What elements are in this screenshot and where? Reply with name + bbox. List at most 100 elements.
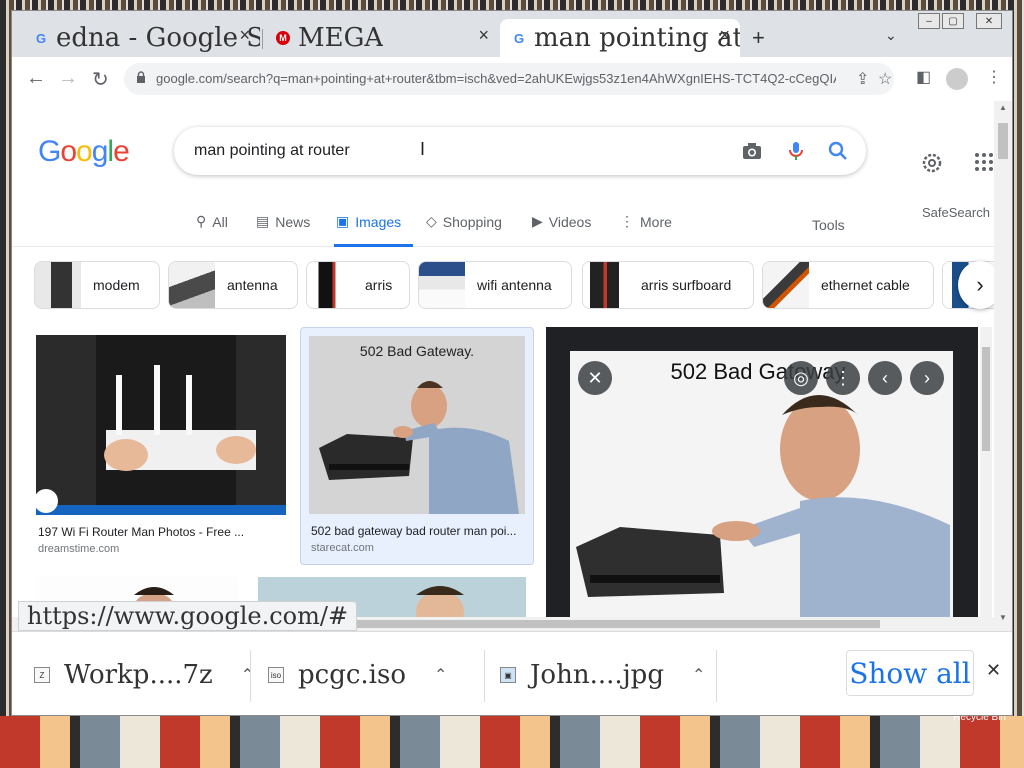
google-logo[interactable]: Google — [38, 135, 130, 169]
chip-ethernet-cable[interactable]: ethernet cable — [762, 261, 934, 309]
close-icon[interactable]: × — [478, 25, 489, 46]
tab-search-chevron-icon[interactable]: ⌄ — [885, 27, 897, 44]
tab-mega[interactable]: M MEGA × — [264, 19, 499, 57]
search-box — [174, 127, 866, 175]
url-text[interactable]: google.com/search?q=man+pointing+at+rout… — [156, 71, 836, 86]
chip-thumbnail — [763, 262, 809, 308]
chip-arris[interactable]: arris — [306, 261, 410, 309]
lock-icon — [137, 71, 145, 83]
window-close-button[interactable]: ✕ — [976, 13, 1002, 29]
result-image[interactable] — [36, 335, 286, 515]
google-icon: G — [513, 30, 525, 46]
close-icon[interactable]: × — [239, 25, 250, 46]
result-title[interactable]: 502 bad gateway bad router man poi... — [311, 524, 527, 538]
camera-icon[interactable] — [740, 139, 764, 163]
side-panel-icon[interactable]: ◧ — [916, 67, 931, 87]
kebab-menu-icon[interactable]: ⋮ — [986, 67, 1002, 87]
back-arrow-icon[interactable]: ← — [26, 67, 46, 90]
chip-label: modem — [93, 277, 140, 293]
minimize-button[interactable]: – — [918, 13, 940, 29]
divider — [250, 650, 251, 702]
download-filename: Workp....7z — [64, 660, 213, 690]
image-result-selected[interactable]: 502 Bad Gateway. 502 bad gateway bad rou… — [300, 327, 534, 565]
download-item[interactable]: iso pcgc.iso ⌃ — [268, 660, 447, 690]
related-search-chips: modem antenna arris wifi antenna arris s… — [12, 261, 994, 311]
close-icon[interactable]: × — [719, 25, 730, 46]
safesearch-label[interactable]: SafeSearch — [922, 205, 990, 220]
chip-wifi-antenna[interactable]: wifi antenna — [418, 261, 572, 309]
chip-arris-surfboard[interactable]: arris surfboard — [582, 261, 754, 309]
divider — [716, 650, 717, 702]
chip-antenna[interactable]: antenna — [168, 261, 298, 309]
browser-window: G edna - Google S × M MEGA × G man point… — [11, 10, 1013, 716]
result-source[interactable]: starecat.com — [311, 542, 374, 554]
chevron-up-icon[interactable]: ⌃ — [241, 665, 254, 685]
tab-label: Images — [355, 213, 402, 230]
browser-toolbar: ← → ↻ google.com/search?q=man+pointing+a… — [12, 57, 1012, 101]
previous-image-button[interactable]: ‹ — [868, 361, 902, 395]
tab-shopping[interactable]: ◇ Shopping — [426, 213, 502, 230]
maximize-button[interactable]: ▢ — [942, 13, 964, 29]
image-preview-panel: 502 Bad Gateway ✕ ◎ ⋮ ‹ › — [546, 327, 978, 631]
tab-more[interactable]: ⋮ More — [620, 213, 672, 230]
microphone-icon[interactable] — [784, 139, 808, 163]
download-filename: John....jpg — [530, 660, 664, 690]
chip-thumbnail — [419, 262, 465, 308]
more-options-icon[interactable]: ⋮ — [826, 361, 860, 395]
text-cursor-icon: I — [420, 139, 426, 159]
new-tab-button[interactable]: + — [752, 25, 765, 51]
close-icon[interactable]: ✕ — [986, 660, 1001, 681]
close-preview-button[interactable]: ✕ — [578, 361, 612, 395]
tab-label: Videos — [548, 213, 592, 230]
tab-title: man pointing at — [534, 23, 740, 53]
scroll-down-arrow-icon[interactable]: ▼ — [999, 613, 1007, 622]
tab-edna[interactable]: G edna - Google S × — [22, 19, 260, 57]
chevron-up-icon[interactable]: ⌃ — [692, 665, 705, 685]
divider — [484, 650, 485, 702]
lens-search-icon[interactable]: ◎ — [784, 361, 818, 395]
search-icon[interactable] — [826, 139, 850, 163]
forward-arrow-icon[interactable]: → — [58, 67, 78, 90]
chevron-up-icon[interactable]: ⌃ — [434, 665, 447, 685]
show-all-button[interactable]: Show all — [846, 650, 974, 696]
reload-icon[interactable]: ↻ — [92, 67, 109, 92]
chip-thumbnail — [35, 262, 81, 308]
search-results-page: Google man pointing at router ⚲ All ▤ Ne… — [12, 101, 994, 631]
address-bar[interactable]: google.com/search?q=man+pointing+at+rout… — [124, 63, 894, 95]
download-filename: pcgc.iso — [298, 660, 406, 690]
image-result[interactable]: 197 Wi Fi Router Man Photos - Free ... d… — [36, 335, 288, 557]
scroll-up-arrow-icon[interactable]: ▲ — [999, 103, 1007, 112]
tools-button[interactable]: Tools — [812, 217, 845, 233]
chevron-right-icon[interactable]: › — [958, 261, 994, 309]
chip-modem[interactable]: modem — [34, 261, 160, 309]
scrollbar-thumb[interactable] — [982, 347, 990, 451]
preview-scrollbar[interactable] — [980, 327, 992, 617]
next-image-button[interactable]: › — [910, 361, 944, 395]
scrollbar-thumb[interactable] — [312, 620, 880, 628]
download-item[interactable]: ▣ John....jpg ⌃ — [500, 660, 705, 690]
search-icon: ⚲ — [196, 213, 207, 229]
chip-label: wifi antenna — [477, 277, 552, 293]
settings-gear-icon[interactable] — [920, 151, 944, 175]
download-item[interactable]: Z Workp....7z ⌃ — [34, 660, 254, 690]
profile-avatar[interactable] — [946, 68, 968, 90]
share-icon[interactable]: ⇪ — [856, 69, 869, 89]
tab-images[interactable]: ▣ Images — [336, 213, 401, 230]
tab-news[interactable]: ▤ News — [256, 213, 310, 230]
scrollbar-thumb[interactable] — [998, 123, 1008, 159]
logo-letter: e — [113, 135, 130, 168]
result-image[interactable]: 502 Bad Gateway. — [309, 336, 525, 514]
chip-label: arris — [365, 277, 393, 293]
preview-image[interactable]: 502 Bad Gateway — [570, 351, 953, 631]
search-input[interactable] — [194, 139, 714, 163]
result-source[interactable]: dreamstime.com — [38, 543, 119, 555]
logo-letter: o — [60, 135, 77, 168]
tab-videos[interactable]: ▶ Videos — [532, 213, 591, 230]
apps-grid-icon[interactable] — [974, 152, 994, 172]
image-caption: 502 Bad Gateway. — [360, 343, 474, 359]
result-title[interactable]: 197 Wi Fi Router Man Photos - Free ... — [38, 525, 284, 539]
tab-all[interactable]: ⚲ All — [196, 213, 228, 230]
page-vertical-scrollbar[interactable]: ▲ ▼ — [994, 101, 1012, 631]
bookmark-star-icon[interactable]: ☆ — [878, 69, 892, 89]
tab-man-pointing[interactable]: G man pointing at × — [500, 19, 740, 57]
